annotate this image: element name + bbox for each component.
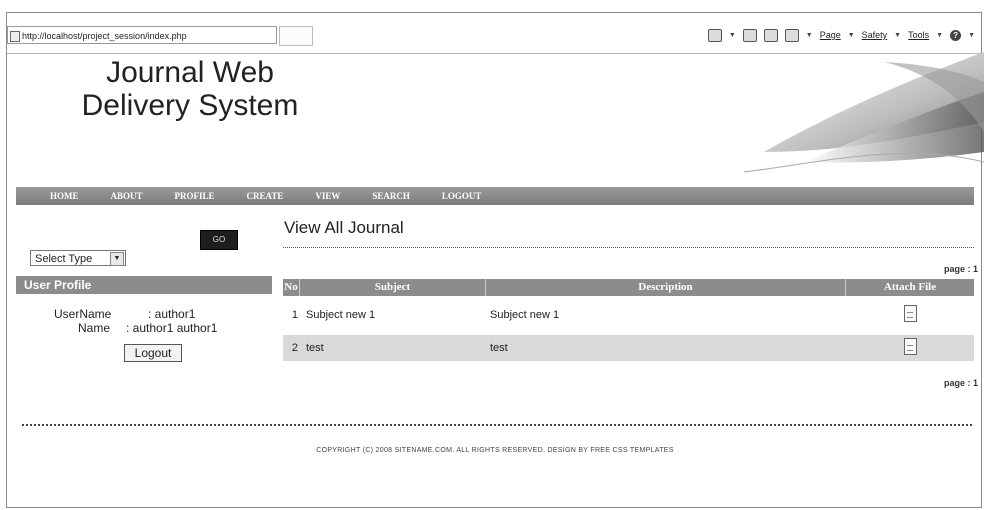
pagination-top[interactable]: page : 1 — [944, 264, 978, 274]
footer-divider — [22, 424, 972, 426]
safety-menu[interactable]: Safety — [862, 30, 888, 40]
page-title: View All Journal — [284, 218, 404, 237]
row-number: 1 — [291, 309, 298, 321]
attach-file-cell — [846, 305, 974, 325]
chevron-down-icon[interactable]: ▼ — [110, 252, 124, 266]
divider — [283, 247, 974, 248]
table-row: 2 test test — [283, 335, 974, 361]
nav-view[interactable]: VIEW — [315, 191, 340, 201]
row-description: test — [490, 342, 508, 354]
go-button[interactable]: GO — [200, 230, 238, 250]
nav-about[interactable]: ABOUT — [111, 191, 143, 201]
row-subject[interactable]: test — [300, 342, 486, 354]
site-title-line-2: Delivery System — [81, 89, 299, 122]
chevron-down-icon[interactable]: ▼ — [806, 32, 813, 39]
table-row: 1 Subject new 1 Subject new 1 — [283, 302, 974, 328]
row-number: 2 — [291, 342, 298, 354]
chevron-down-icon: ▼ — [936, 31, 944, 39]
main-nav: HOME ABOUT PROFILE CREATE VIEW SEARCH LO… — [16, 187, 974, 205]
column-header-description: Description — [486, 279, 846, 296]
type-select-value: Select Type — [35, 253, 93, 265]
address-text: http://localhost/project_session/index.p… — [22, 31, 187, 41]
nav-profile[interactable]: PROFILE — [175, 191, 215, 201]
column-header-attach-file: Attach File — [883, 281, 937, 293]
home-icon[interactable] — [707, 28, 722, 42]
chevron-down-icon[interactable]: ▼ — [968, 32, 975, 39]
page-icon — [10, 31, 20, 42]
nav-search[interactable]: SEARCH — [372, 191, 410, 201]
username-label: UserName — [54, 307, 112, 321]
chevron-down-icon: ▼ — [894, 31, 902, 39]
site-title: Journal Web Delivery System — [40, 56, 340, 122]
nav-create[interactable]: CREATE — [247, 191, 284, 201]
column-header-no: No — [283, 279, 300, 296]
header-swoosh-graphic — [744, 52, 984, 173]
tools-menu[interactable]: Tools — [908, 30, 929, 40]
footer-copyright: COPYRIGHT (C) 2008 SITENAME.COM. ALL RIG… — [316, 447, 674, 454]
type-select[interactable]: Select Type ▼ — [30, 250, 126, 266]
table-header: No Subject Description Attach File — [283, 279, 974, 296]
address-bar[interactable]: http://localhost/project_session/index.p… — [7, 26, 277, 44]
search-box[interactable] — [279, 26, 313, 46]
name-value: : author1 author1 — [126, 321, 218, 335]
print-icon[interactable] — [784, 28, 799, 42]
mail-icon[interactable] — [763, 28, 778, 42]
site-title-line-1: Journal Web — [106, 56, 274, 89]
document-icon[interactable] — [903, 338, 917, 355]
logout-button[interactable]: Logout — [124, 344, 182, 362]
page-menu[interactable]: Page — [820, 30, 841, 40]
feeds-icon[interactable] — [742, 28, 757, 42]
row-subject[interactable]: Subject new 1 — [300, 309, 486, 321]
name-label: Name — [78, 321, 111, 335]
pagination-bottom[interactable]: page : 1 — [944, 378, 978, 388]
user-profile-heading: User Profile — [16, 276, 272, 294]
username-value: : author1 — [148, 307, 196, 321]
nav-logout[interactable]: LOGOUT — [442, 191, 482, 201]
column-header-subject: Subject — [300, 279, 486, 296]
help-icon[interactable]: ? — [950, 29, 962, 41]
command-bar: ▼ ▼ Page ▼ Safety ▼ Tools ▼ ? ▼ — [707, 28, 975, 42]
document-icon[interactable] — [903, 305, 917, 322]
row-description: Subject new 1 — [490, 309, 560, 321]
nav-home[interactable]: HOME — [50, 191, 79, 201]
chevron-down-icon: ▼ — [847, 31, 855, 39]
attach-file-cell — [846, 338, 974, 358]
chevron-down-icon[interactable]: ▼ — [729, 32, 736, 39]
